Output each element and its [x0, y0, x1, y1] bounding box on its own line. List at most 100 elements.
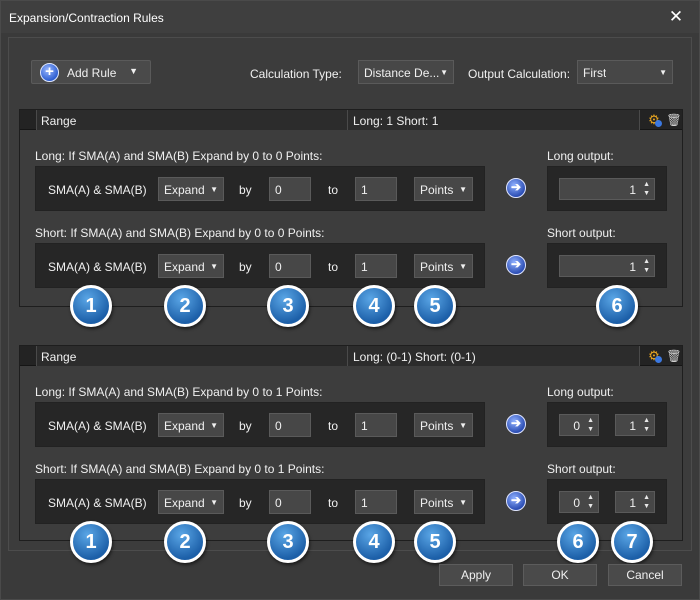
apply-button[interactable]: Apply [439, 564, 513, 586]
short-output-max-stepper[interactable]: 1 ▲ ▼ [615, 491, 655, 513]
long-unit-select[interactable]: Points ▼ [414, 177, 473, 201]
arrow-right-circle-icon[interactable]: ➔ [506, 491, 526, 511]
cancel-button[interactable]: Cancel [608, 564, 682, 586]
trash-icon[interactable]: 🗑 [664, 111, 684, 129]
stepper-value: 0 [573, 419, 580, 433]
long-from-input[interactable]: 0 [269, 177, 311, 201]
long-output-min-stepper[interactable]: 0 ▲ ▼ [559, 414, 599, 436]
chevron-down-icon[interactable]: ▼ [587, 426, 594, 433]
chevron-down-icon: ▼ [210, 421, 218, 430]
short-output-stepper[interactable]: 1 ▲ ▼ [559, 255, 655, 277]
calculation-type-select[interactable]: Distance De... ▼ [358, 60, 454, 84]
callout-badge: 7 [611, 521, 653, 563]
chevron-up-icon[interactable]: ▲ [643, 494, 650, 501]
short-unit-select[interactable]: Points ▼ [414, 254, 473, 278]
chevron-up-icon[interactable]: ▲ [587, 494, 594, 501]
sma-label: SMA(A) & SMA(B) [48, 183, 147, 197]
chevron-down-icon: ▼ [659, 68, 667, 77]
long-unit-select[interactable]: Points ▼ [414, 413, 473, 437]
rule-header: Range Long: 1 Short: 1 ⚙ 🗑 [20, 110, 682, 130]
dialog-window: Expansion/Contraction Rules ✕ + Add Rule… [0, 0, 700, 600]
add-rule-button[interactable]: + Add Rule ▼ [31, 60, 151, 84]
chevron-down-icon: ▼ [440, 68, 448, 77]
output-calculation-label: Output Calculation: [468, 67, 571, 81]
ok-button[interactable]: OK [523, 564, 597, 586]
chevron-down-icon: ▼ [210, 262, 218, 271]
callout-badge: 5 [414, 285, 456, 327]
short-output-min-stepper[interactable]: 0 ▲ ▼ [559, 491, 599, 513]
range-summary: Long: (0-1) Short: (0-1) [348, 346, 640, 366]
callout-badge: 4 [353, 521, 395, 563]
mode-value: Expand [164, 183, 205, 197]
chevron-down-icon[interactable]: ▼ [643, 190, 650, 197]
mode-value: Expand [164, 496, 205, 510]
sma-label: SMA(A) & SMA(B) [48, 260, 147, 274]
mode-value: Expand [164, 419, 205, 433]
stepper-value: 1 [629, 419, 636, 433]
long-output-stepper[interactable]: 1 ▲ ▼ [559, 178, 655, 200]
short-to-input[interactable]: 1 [355, 490, 397, 514]
output-calculation-select[interactable]: First ▼ [577, 60, 673, 84]
to-value: 1 [361, 183, 368, 197]
to-value: 1 [361, 260, 368, 274]
stepper-value: 1 [629, 496, 636, 510]
stepper-value: 0 [573, 496, 580, 510]
trash-icon[interactable]: 🗑 [664, 347, 684, 365]
callout-badge: 4 [353, 285, 395, 327]
chevron-up-icon[interactable]: ▲ [643, 181, 650, 188]
chevron-down-icon: ▼ [459, 185, 467, 194]
callout-badge: 6 [596, 285, 638, 327]
arrow-right-circle-icon[interactable]: ➔ [506, 255, 526, 275]
mode-value: Expand [164, 260, 205, 274]
chevron-down-icon: ▼ [129, 66, 138, 76]
gear-icon[interactable]: ⚙ [644, 111, 664, 129]
short-unit-select[interactable]: Points ▼ [414, 490, 473, 514]
short-from-input[interactable]: 0 [269, 490, 311, 514]
callout-badge: 6 [557, 521, 599, 563]
short-to-input[interactable]: 1 [355, 254, 397, 278]
calculation-type-label: Calculation Type: [250, 67, 342, 81]
from-value: 0 [275, 419, 282, 433]
chevron-up-icon[interactable]: ▲ [587, 417, 594, 424]
calculation-type-value: Distance De... [364, 66, 440, 80]
long-mode-select[interactable]: Expand ▼ [158, 177, 224, 201]
window-title: Expansion/Contraction Rules [9, 11, 164, 25]
callout-badge: 2 [164, 285, 206, 327]
range-summary-text: Long: 1 Short: 1 [353, 114, 439, 128]
range-label: Range [41, 114, 77, 128]
callout-badge: 3 [267, 521, 309, 563]
long-mode-select[interactable]: Expand ▼ [158, 413, 224, 437]
long-condition-label: Long: If SMA(A) and SMA(B) Expand by 0 t… [35, 385, 323, 399]
close-icon[interactable]: ✕ [667, 8, 685, 26]
range-summary-text: Long: (0-1) Short: (0-1) [353, 350, 476, 364]
unit-value: Points [420, 496, 454, 510]
short-condition-label: Short: If SMA(A) and SMA(B) Expand by 0 … [35, 226, 325, 240]
long-output-max-stepper[interactable]: 1 ▲ ▼ [615, 414, 655, 436]
long-from-input[interactable]: 0 [269, 413, 311, 437]
chevron-down-icon[interactable]: ▼ [643, 426, 650, 433]
chevron-up-icon[interactable]: ▲ [643, 258, 650, 265]
long-to-input[interactable]: 1 [355, 413, 397, 437]
arrow-right-circle-icon[interactable]: ➔ [506, 178, 526, 198]
long-to-input[interactable]: 1 [355, 177, 397, 201]
rule-header: Range Long: (0-1) Short: (0-1) ⚙ 🗑 [20, 346, 682, 366]
chevron-down-icon[interactable]: ▼ [643, 503, 650, 510]
unit-value: Points [420, 183, 454, 197]
unit-value: Points [420, 260, 454, 274]
arrow-right-circle-icon[interactable]: ➔ [506, 414, 526, 434]
gear-icon[interactable]: ⚙ [644, 347, 664, 365]
to-label: to [328, 496, 339, 510]
short-mode-select[interactable]: Expand ▼ [158, 490, 224, 514]
chevron-up-icon[interactable]: ▲ [643, 417, 650, 424]
callout-badge: 2 [164, 521, 206, 563]
short-condition-label: Short: If SMA(A) and SMA(B) Expand by 0 … [35, 462, 325, 476]
chevron-down-icon[interactable]: ▼ [587, 503, 594, 510]
to-value: 1 [361, 419, 368, 433]
add-rule-label: Add Rule [67, 66, 117, 80]
short-mode-select[interactable]: Expand ▼ [158, 254, 224, 278]
short-from-input[interactable]: 0 [269, 254, 311, 278]
unit-value: Points [420, 419, 454, 433]
stepper-value: 1 [629, 183, 636, 197]
chevron-down-icon[interactable]: ▼ [643, 267, 650, 274]
long-output-label: Long output: [547, 149, 614, 163]
